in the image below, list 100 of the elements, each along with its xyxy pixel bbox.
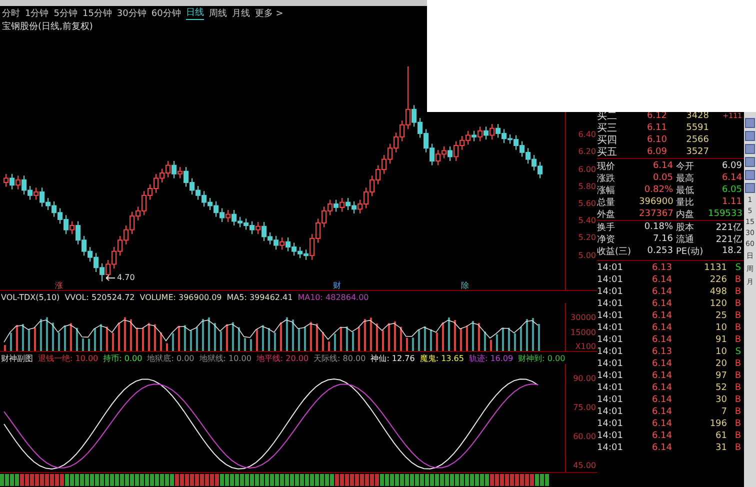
bid-volume: 2566 <box>685 135 709 145</box>
trade-time: 14:01 <box>597 263 624 273</box>
stat-value: 0.05 <box>652 173 673 183</box>
indicator-legend-item: 退钱一绝: 10.00 <box>38 352 98 364</box>
indicator-legend-item: 财神到: 0.00 <box>518 352 566 364</box>
candlestick <box>490 124 494 140</box>
trade-side: B <box>734 431 741 441</box>
candlestick <box>484 126 488 140</box>
volume-legend-item: MA5: 399462.41 <box>226 292 293 302</box>
period-tab[interactable]: 5分钟 <box>54 6 78 20</box>
trade-volume: 10 <box>714 323 727 333</box>
period-tab[interactable]: 日线 <box>186 6 204 20</box>
trade-volume: 196 <box>708 419 727 429</box>
trade-time: 14:01 <box>597 407 624 417</box>
trade-side: B <box>734 395 741 405</box>
trade-volume: 25 <box>714 311 727 321</box>
indicator-axis-label: 60.00 <box>573 432 596 441</box>
trade-volume: 20 <box>714 359 727 369</box>
event-marker: 财 <box>333 280 341 290</box>
trade-time: 14:01 <box>597 371 624 381</box>
trade-price: 6.14 <box>650 359 674 369</box>
stat-label: 今开 <box>676 160 695 172</box>
trade-volume: 1131 <box>703 263 727 273</box>
trade-side: B <box>734 443 741 453</box>
event-marker: 涨 <box>55 280 63 290</box>
trade-side: B <box>734 359 741 369</box>
candlestick <box>4 173 8 188</box>
price-axis-label: 5.00 <box>578 250 596 261</box>
trade-volume: 10 <box>714 347 727 357</box>
trade-volume: 120 <box>708 299 727 309</box>
candlestick <box>340 197 344 212</box>
indicator-legend-item: 地平线: 20.00 <box>256 352 309 364</box>
trade-price: 6.13 <box>650 263 674 273</box>
price-axis-label: 6.20 <box>578 147 596 158</box>
stat-label: 内盘 <box>676 208 695 220</box>
volume-legend-item: VOLUME: 396900.09 <box>140 292 222 302</box>
stat-value: 221亿 <box>714 222 742 234</box>
trade-volume: 498 <box>708 287 727 297</box>
trade-volume: 30 <box>714 395 727 405</box>
stat-label: 净资 <box>597 234 616 246</box>
price-axis-label: 5.20 <box>578 233 596 244</box>
trade-price: 6.14 <box>650 431 674 441</box>
trade-volume: 61 <box>714 431 727 441</box>
candlestick <box>172 160 176 179</box>
stat-label: 最高 <box>676 172 695 184</box>
bid-volume: 3527 <box>685 147 709 157</box>
period-tab[interactable]: 60分钟 <box>151 6 181 20</box>
period-tab[interactable]: 更多 > <box>254 6 284 20</box>
trade-time: 14:01 <box>597 275 624 285</box>
volume-axis-label: X100 <box>575 342 596 351</box>
candlestick <box>34 187 38 200</box>
period-tab[interactable]: 1分钟 <box>25 6 49 20</box>
trade-side: B <box>734 287 741 297</box>
stat-value: 7.16 <box>652 234 673 244</box>
period-tab[interactable]: 月线 <box>232 6 250 20</box>
trade-side: B <box>734 407 741 417</box>
bid-volume: 5591 <box>685 123 709 133</box>
period-tab[interactable]: 30分钟 <box>116 6 146 20</box>
bid-label: 买四 <box>597 134 618 147</box>
candlestick <box>478 126 482 142</box>
trade-side: S <box>734 347 741 357</box>
period-tab[interactable]: 周线 <box>208 6 227 20</box>
arrow-icon <box>106 275 115 282</box>
stat-label: 换手 <box>597 222 616 234</box>
bid-label: 买三 <box>597 122 618 135</box>
stat-value: 0.82% <box>643 185 673 195</box>
candlestick <box>10 173 14 190</box>
candlestick <box>280 237 284 250</box>
stat-label: 流通 <box>676 234 695 246</box>
indicator-legend-item: 天际线: 80.00 <box>314 352 366 364</box>
indicator-legend-item: 轨迹: 16.09 <box>468 352 514 364</box>
candlestick <box>16 175 20 190</box>
stat-value: 6.05 <box>720 185 742 195</box>
volume-legend-item: MA10: 482864.00 <box>298 292 369 302</box>
trade-time: 14:01 <box>597 395 624 405</box>
candlestick <box>70 220 74 235</box>
trade-side: B <box>734 371 741 381</box>
trade-price: 6.14 <box>650 383 674 393</box>
stat-label: 股本 <box>676 222 695 234</box>
trade-side: B <box>734 275 741 285</box>
period-tab[interactable]: 15分钟 <box>82 6 112 20</box>
stat-label: 现价 <box>597 160 616 172</box>
trade-price: 6.14 <box>650 299 674 309</box>
trade-price: 6.14 <box>650 443 674 453</box>
trade-price: 6.14 <box>650 311 674 321</box>
stat-value: 237367 <box>639 209 673 219</box>
bid-price: 6.10 <box>646 135 667 145</box>
stat-value: 6.14 <box>720 173 742 183</box>
chart-title: 宝钢股份(日线,前复权) <box>1 20 94 32</box>
candlestick <box>448 146 452 162</box>
stat-label: 外盘 <box>597 208 616 220</box>
stat-label: 总量 <box>597 196 616 208</box>
trade-price: 6.14 <box>650 275 674 285</box>
candlestick <box>334 199 338 212</box>
volume-legend-item: VVOL: 520524.72 <box>64 292 135 302</box>
trade-price: 6.14 <box>650 395 674 405</box>
period-tab[interactable]: 分时 <box>2 6 20 20</box>
stat-label: 涨跌 <box>597 172 616 184</box>
price-axis-label: 6.40 <box>578 130 596 140</box>
stat-label: 涨幅 <box>597 184 616 196</box>
